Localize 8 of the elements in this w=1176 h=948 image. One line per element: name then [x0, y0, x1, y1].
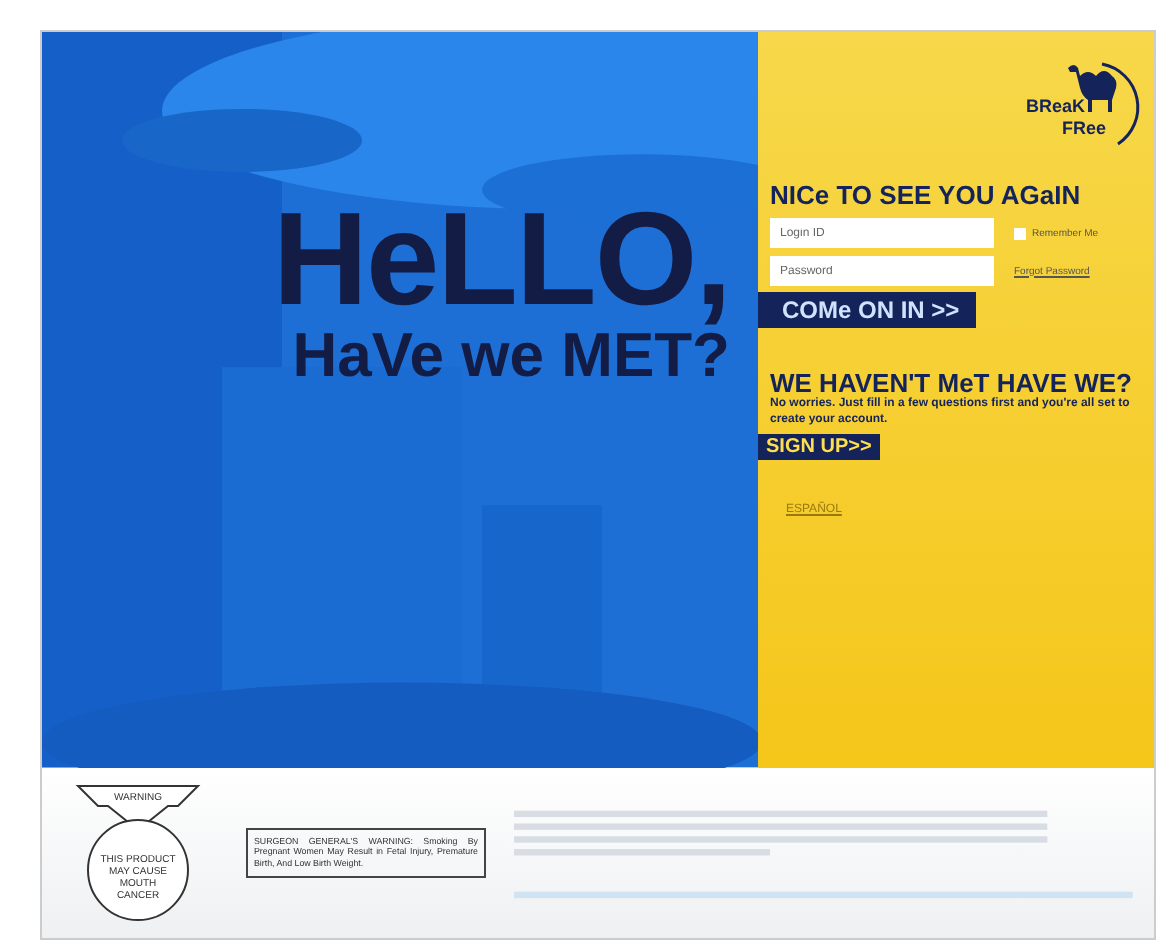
headline: HeLLO,: [272, 192, 730, 324]
login-button[interactable]: COMe ON IN >>: [758, 292, 976, 328]
signup-title: WE HAVEN'T MeT HAVE WE?: [768, 368, 1134, 398]
subheadline: HaVe we MET?: [292, 324, 730, 390]
login-title: NICe TO SEE YOU AGaIN: [768, 180, 1083, 210]
signup-button[interactable]: SIGN UP>>: [758, 433, 880, 460]
logo: BReaK FRee: [1018, 56, 1142, 148]
remember-checkbox[interactable]: [1014, 227, 1026, 239]
